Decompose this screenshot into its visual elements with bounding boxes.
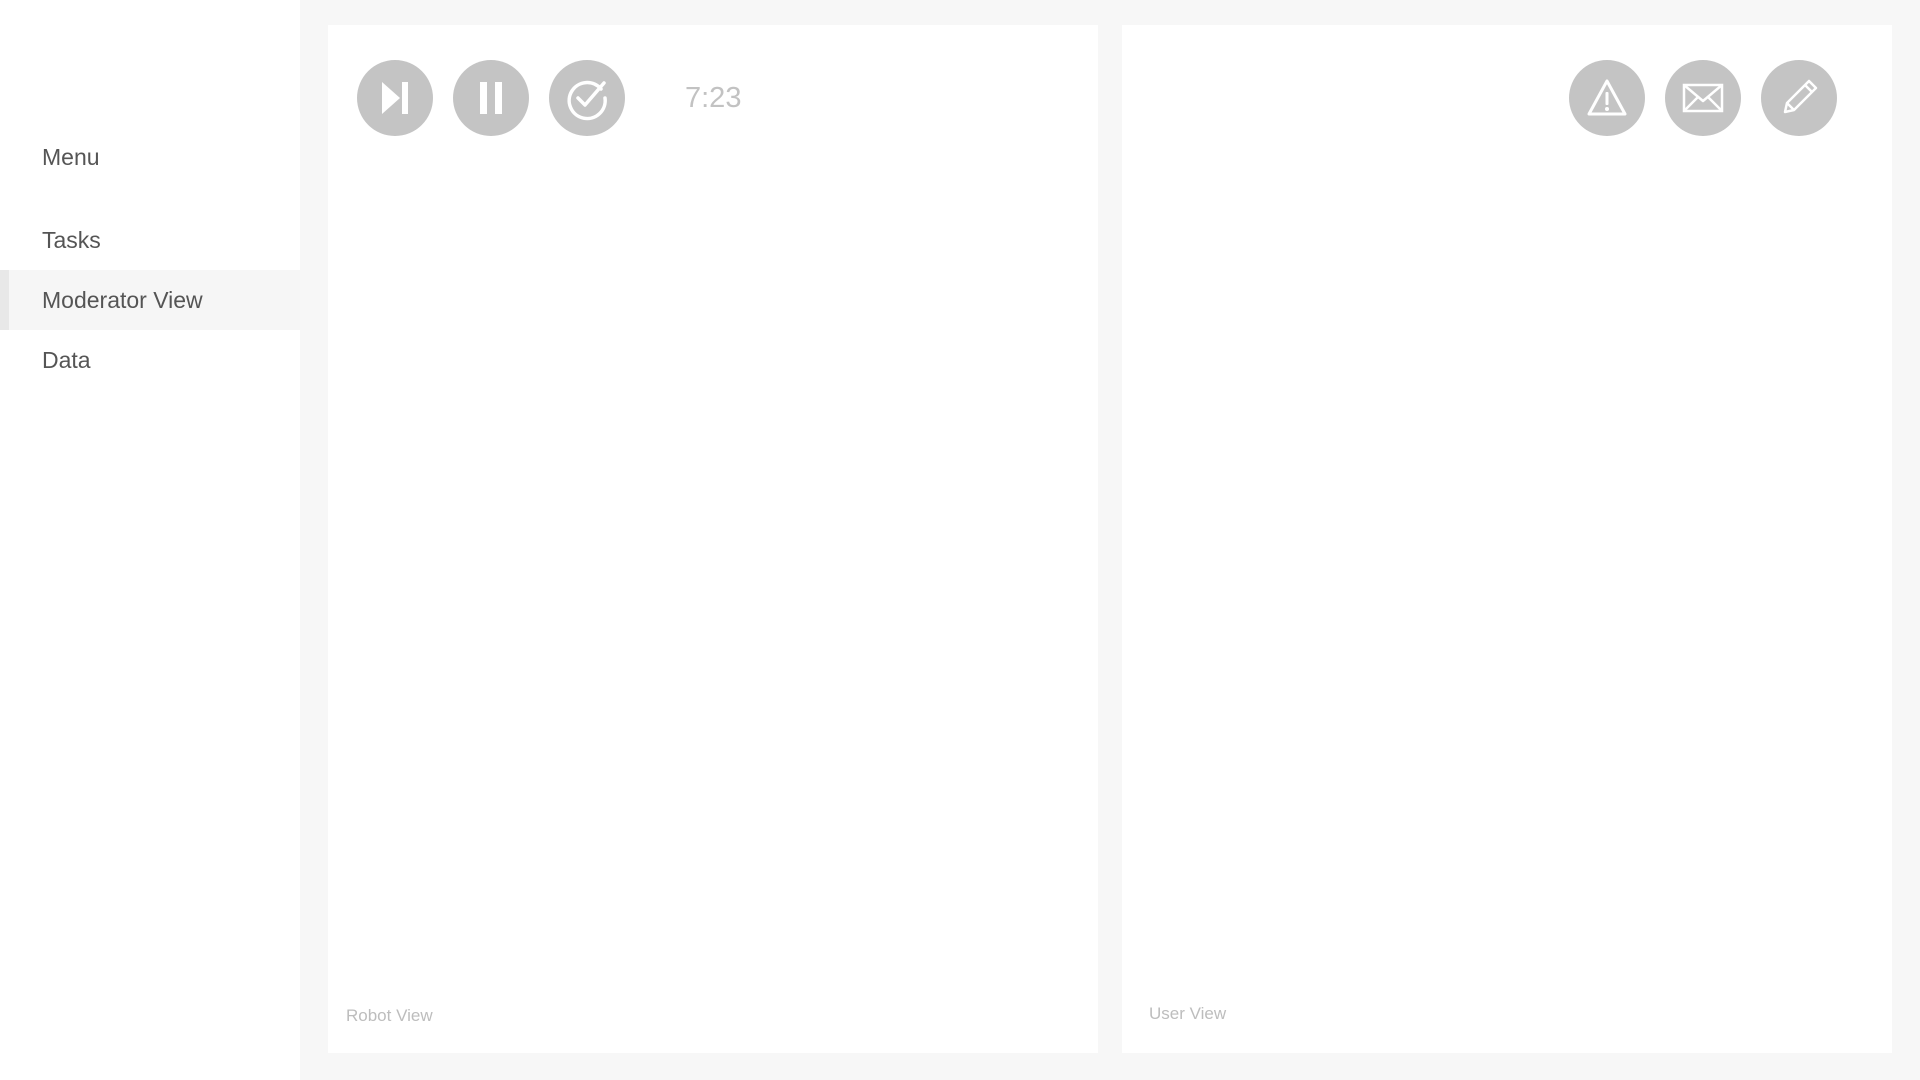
mail-icon [1682, 83, 1724, 113]
sidebar-item-moderator-view[interactable]: Moderator View [0, 270, 300, 330]
warning-icon [1587, 79, 1627, 116]
check-circle-icon [567, 80, 607, 121]
sidebar-item-tasks[interactable]: Tasks [0, 210, 300, 270]
pause-button[interactable] [453, 60, 529, 136]
skip-next-button[interactable] [357, 60, 433, 136]
robot-view-caption: Robot View [346, 1006, 433, 1025]
pencil-icon [1783, 79, 1818, 114]
complete-button[interactable] [549, 60, 625, 136]
skip-next-icon [382, 82, 408, 114]
user-view-caption: User View [1149, 1004, 1227, 1023]
sidebar: Menu Tasks Moderator View Data [0, 0, 300, 1080]
edit-button[interactable] [1761, 60, 1837, 136]
warning-button[interactable] [1569, 60, 1645, 136]
robot-view-panel: 7:23 Robot View [328, 25, 1098, 1053]
session-timer: 7:23 [685, 82, 742, 114]
sidebar-title: Menu [42, 144, 100, 170]
app-root: Menu Tasks Moderator View Data 7:23 Robo… [0, 0, 1920, 1080]
sidebar-nav: Tasks Moderator View Data [0, 210, 300, 390]
user-view-panel: User View [1122, 25, 1892, 1053]
mail-button[interactable] [1665, 60, 1741, 136]
sidebar-item-data[interactable]: Data [0, 330, 300, 390]
pause-icon [480, 82, 502, 114]
